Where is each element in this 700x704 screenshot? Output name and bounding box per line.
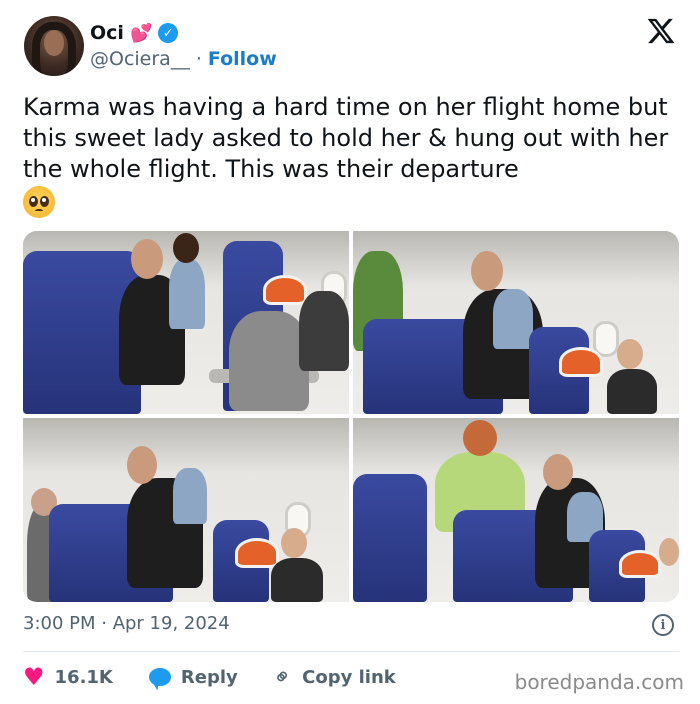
boy-cap [263,275,307,305]
reply-bubble-icon [148,668,171,686]
action-bar: ♥ 16.1K Reply ⚭ Copy link [23,662,432,693]
follow-button[interactable]: Follow [208,48,277,70]
media-grid[interactable] [23,231,679,602]
like-count: 16.1K [54,666,113,688]
boy-cap [559,347,603,377]
woman-in-green-head [463,420,497,456]
child-figure [173,468,207,524]
emoji-eye-left [29,196,38,207]
hearts-emoji-icon: 💕 [129,22,153,44]
reply-label: Reply [180,666,238,688]
woman-head [131,239,163,279]
link-icon: ⚭ [267,661,299,693]
seat [353,474,427,602]
author-name-row: Oci 💕 ✓ [90,20,179,46]
woman-head [127,446,157,484]
reply-button[interactable]: Reply [148,666,238,688]
boy-cap [619,550,661,578]
copy-link-label: Copy link [302,666,396,688]
boy-figure [229,311,309,411]
boy-head [659,538,679,566]
pleading-face-emoji-icon [23,186,55,218]
handle[interactable]: @Ociera__ [90,48,190,70]
like-button[interactable]: ♥ 16.1K [23,665,113,689]
emoji-mouth [35,209,43,213]
boy-head [617,339,643,369]
verified-badge-icon: ✓ [158,23,179,43]
photo-3[interactable] [23,418,349,602]
tweet-timestamp[interactable]: 3:00 PM · Apr 19, 2024 [23,613,230,634]
emoji-eye-right [40,196,49,207]
child-figure [493,289,533,349]
photo-2[interactable] [353,231,679,414]
woman-head [543,454,573,490]
separator-dot: · [195,48,202,70]
tweet-text: Karma was having a hard time on her flig… [23,93,669,183]
heart-icon: ♥ [23,663,45,691]
copy-link-button[interactable]: ⚭ Copy link [268,662,396,693]
passenger-figure [299,291,349,371]
divider [23,651,679,652]
photo-4[interactable] [353,418,679,602]
child-figure [169,259,205,329]
woman-head [471,251,503,291]
watermark: boredpanda.com [514,670,684,694]
boy-cap [235,538,279,568]
x-logo-icon[interactable] [646,16,676,46]
boy-head [281,528,307,558]
info-icon[interactable]: i [652,614,674,636]
boy-figure [607,369,657,414]
boy-figure [271,558,323,602]
avatar-face [44,30,64,56]
photo-1[interactable] [23,231,349,414]
child-head [173,233,199,263]
avatar[interactable] [24,16,84,76]
display-name[interactable]: Oci [90,22,124,44]
handle-row: @Ociera__ · Follow [90,48,277,70]
